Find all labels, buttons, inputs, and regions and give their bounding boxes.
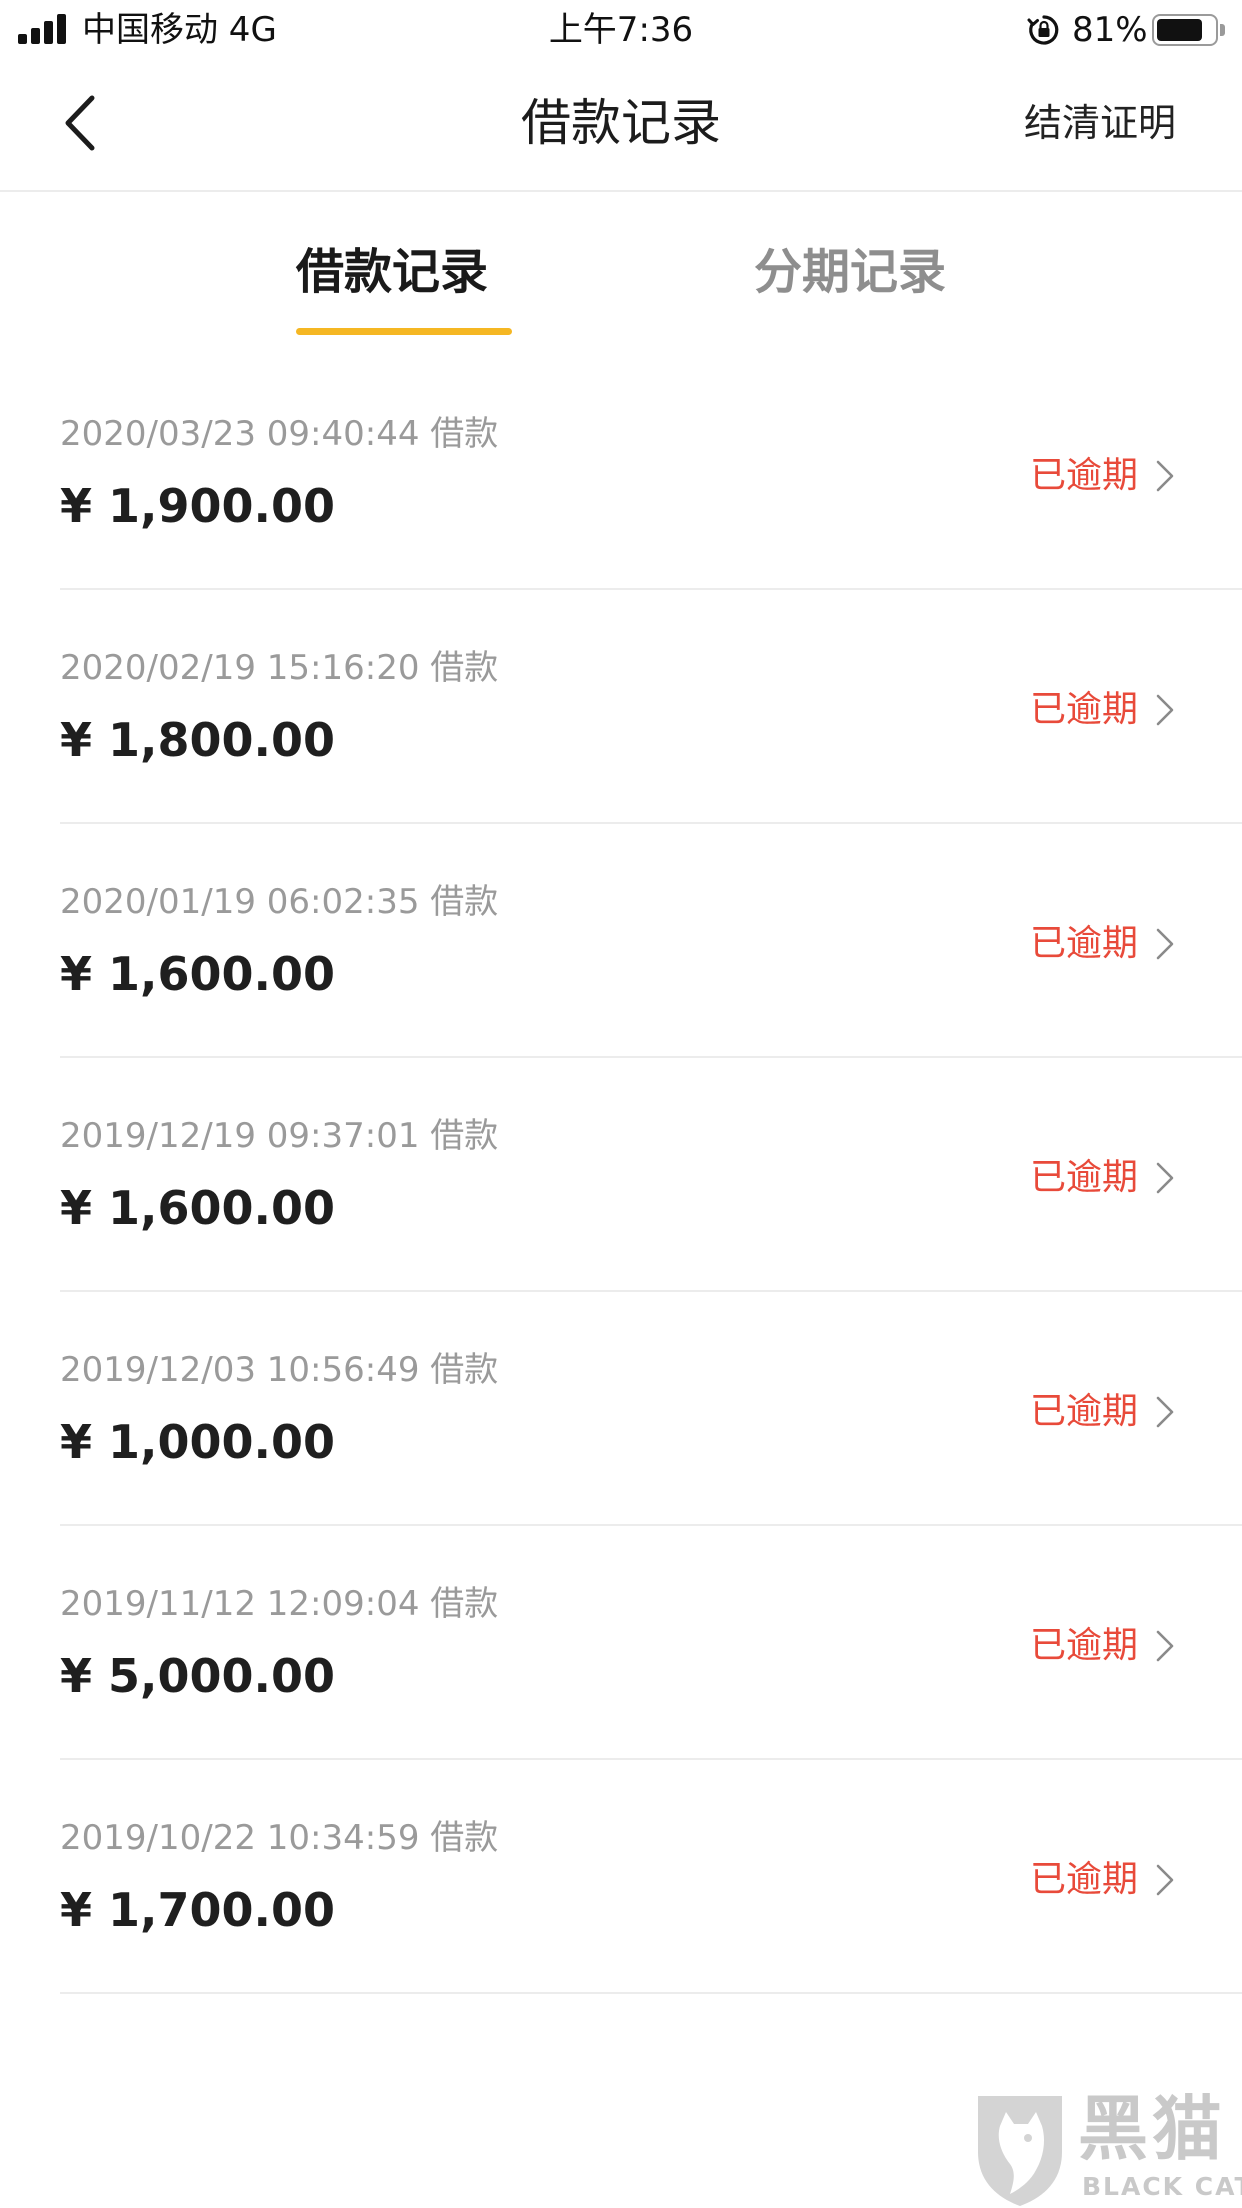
battery-percent: 81% — [1072, 10, 1148, 50]
loan-record-row[interactable]: 2020/02/19 15:16:20 借款 ¥ 1,800.00 已逾期 — [60, 590, 1242, 824]
loan-record-row[interactable]: 2019/11/12 12:09:04 借款 ¥ 5,000.00 已逾期 — [60, 1526, 1242, 1760]
chevron-right-icon — [1156, 460, 1174, 492]
loan-status-badge: 已逾期 — [1029, 455, 1138, 496]
watermark: 黑猫 BLACK CAT — [970, 2090, 1242, 2208]
loan-record-row[interactable]: 2020/01/19 06:02:35 借款 ¥ 1,600.00 已逾期 — [60, 824, 1242, 1058]
loan-status-badge: 已逾期 — [1029, 1625, 1138, 1666]
loan-status-badge: 已逾期 — [1029, 923, 1138, 964]
loan-record-row[interactable]: 2019/12/03 10:56:49 借款 ¥ 1,000.00 已逾期 — [60, 1292, 1242, 1526]
cat-shield-logo — [978, 2096, 1062, 2206]
loan-amount: ¥ 1,000.00 — [60, 1415, 336, 1469]
rotation-lock-icon — [1027, 15, 1059, 45]
loan-amount: ¥ 1,600.00 — [60, 1181, 336, 1235]
chevron-right-icon — [1156, 1630, 1174, 1662]
battery-icon — [1152, 14, 1218, 46]
settlement-proof-button[interactable]: 结清证明 — [1024, 98, 1176, 148]
loan-date: 2020/01/19 06:02:35 借款 — [60, 882, 499, 922]
loan-amount: ¥ 1,700.00 — [60, 1883, 336, 1937]
chevron-right-icon — [1156, 694, 1174, 726]
tab-loan-records[interactable]: 借款记录 — [296, 242, 488, 302]
chevron-right-icon — [1156, 1864, 1174, 1896]
loan-status-badge: 已逾期 — [1029, 1859, 1138, 1900]
watermark-name-en: BLACK CAT — [1082, 2172, 1242, 2201]
chevron-right-icon — [1156, 1396, 1174, 1428]
loan-status-badge: 已逾期 — [1029, 689, 1138, 730]
loan-list: 2020/03/23 09:40:44 借款 ¥ 1,900.00 已逾期 20… — [0, 356, 1242, 1994]
loan-date: 2019/11/12 12:09:04 借款 — [60, 1584, 499, 1624]
active-tab-indicator — [296, 328, 512, 335]
loan-amount: ¥ 1,800.00 — [60, 713, 336, 767]
loan-record-row[interactable]: 2019/12/19 09:37:01 借款 ¥ 1,600.00 已逾期 — [60, 1058, 1242, 1292]
tab-bar: 借款记录 分期记录 — [0, 192, 1242, 342]
loan-status-badge: 已逾期 — [1029, 1391, 1138, 1432]
loan-amount: ¥ 5,000.00 — [60, 1649, 336, 1703]
battery-fill — [1157, 19, 1202, 41]
loan-amount: ¥ 1,600.00 — [60, 947, 336, 1001]
loan-status-badge: 已逾期 — [1029, 1157, 1138, 1198]
loan-date: 2019/12/03 10:56:49 借款 — [60, 1350, 499, 1390]
loan-record-row[interactable]: 2019/10/22 10:34:59 借款 ¥ 1,700.00 已逾期 — [60, 1760, 1242, 1994]
loan-amount: ¥ 1,900.00 — [60, 479, 336, 533]
status-bar: 中国移动 4G 上午7:36 81% — [0, 0, 1242, 60]
watermark-name-cn: 黑猫 — [1078, 2088, 1226, 2170]
loan-date: 2019/10/22 10:34:59 借款 — [60, 1818, 499, 1858]
loan-date: 2020/02/19 15:16:20 借款 — [60, 648, 499, 688]
chevron-right-icon — [1156, 1162, 1174, 1194]
tab-installment-records[interactable]: 分期记录 — [754, 242, 946, 302]
loan-date: 2019/12/19 09:37:01 借款 — [60, 1116, 499, 1156]
battery-cap — [1220, 24, 1225, 36]
loan-record-row[interactable]: 2020/03/23 09:40:44 借款 ¥ 1,900.00 已逾期 — [60, 356, 1242, 590]
nav-bar: 借款记录 结清证明 — [0, 60, 1242, 192]
chevron-right-icon — [1156, 928, 1174, 960]
loan-date: 2020/03/23 09:40:44 借款 — [60, 414, 499, 454]
